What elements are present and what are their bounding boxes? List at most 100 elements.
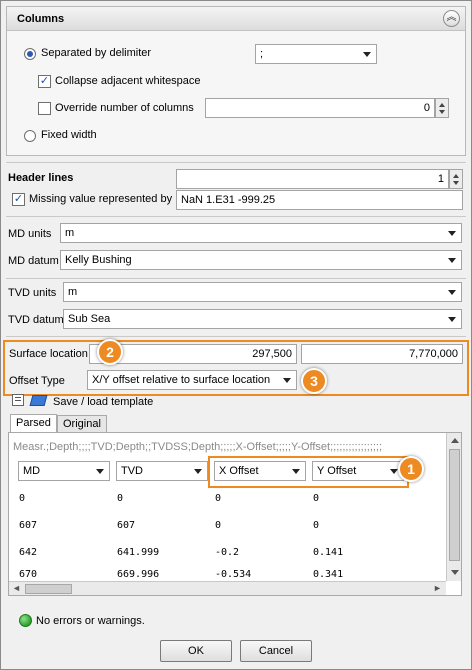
cell-r1-y: 0 [313,520,320,531]
divider [6,162,466,163]
missing-value-text: NaN 1.E31 -999.25 [181,194,276,206]
missing-value-checkbox[interactable]: ✓ [12,193,25,206]
cell-r2-x: -0.2 [215,547,240,558]
md-datum-label: MD datum [8,255,59,267]
header-lines-input[interactable]: 1 [176,169,449,189]
tvd-units-value: m [68,286,78,298]
scroll-up-icon[interactable] [451,438,459,443]
cell-r0-md: 0 [19,493,26,504]
cell-r1-tvd: 607 [117,520,136,531]
callout-badge-1: 1 [398,456,424,482]
surface-location-label: Surface location [9,348,88,360]
md-datum-select[interactable]: Kelly Bushing [60,250,462,270]
missing-value-label: Missing value represented by [29,193,173,205]
fixed-width-radio[interactable] [24,130,36,142]
md-units-select[interactable]: m [60,223,462,243]
chevron-down-icon [448,317,456,322]
horizontal-scrollbar[interactable]: ◄ ► [9,581,446,595]
columns-panel: Columns ︽ Separated by delimiter ; ✓ Col… [6,6,466,156]
template-label[interactable]: Save / load template [53,396,153,408]
cell-r0-y: 0 [313,493,320,504]
chevron-down-icon [96,469,104,474]
md-units-value: m [65,227,75,239]
spin-up-icon[interactable] [453,174,459,178]
cancel-button[interactable]: Cancel [240,640,312,662]
cell-r3-md: 670 [19,569,38,580]
raw-header-line: Measr.;Depth;;;;TVD;Depth;;TVDSS;Depth;;… [13,441,383,453]
column-mapping-highlight [208,456,409,488]
cell-r3-y: 0.341 [313,569,344,580]
tvd-units-label: TVD units [8,287,57,299]
md-datum-value: Kelly Bushing [65,254,132,266]
header-lines-value: 1 [437,173,444,185]
cell-r2-md: 642 [19,547,38,558]
callout-badge-3: 3 [301,368,327,394]
chevron-down-icon [363,52,371,57]
ok-button-label: OK [188,645,204,657]
chevron-down-icon [194,469,202,474]
offset-type-select[interactable]: X/Y offset relative to surface location [87,370,297,390]
delimiter-select[interactable]: ; [255,44,377,64]
tab-parsed[interactable]: Parsed [10,414,57,433]
separated-label: Separated by delimiter [41,47,152,59]
cell-r3-x: -0.534 [215,569,252,580]
cell-r1-x: 0 [215,520,222,531]
cell-r3-tvd: 669.996 [117,569,160,580]
collapse-whitespace-label: Collapse adjacent whitespace [55,75,201,87]
spin-down-icon[interactable] [453,181,459,185]
chevron-down-icon [448,258,456,263]
columns-panel-header[interactable]: Columns ︽ [7,7,465,31]
override-columns-label: Override number of columns [55,102,194,114]
cell-r0-x: 0 [215,493,222,504]
vertical-scrollbar[interactable] [446,433,461,581]
md-units-label: MD units [8,228,52,240]
scroll-left-icon[interactable]: ◄ [12,583,21,593]
fixed-width-label: Fixed width [41,129,97,141]
folder-icon[interactable] [29,395,48,406]
override-columns-value: 0 [423,102,430,114]
offset-type-label: Offset Type [9,375,65,387]
chevron-down-icon [283,378,291,383]
missing-value-input[interactable]: NaN 1.E31 -999.25 [176,190,463,210]
surface-x-value: 297,500 [252,348,292,360]
cell-r2-y: 0.141 [313,547,344,558]
ok-button[interactable]: OK [160,640,232,662]
spin-down-icon[interactable] [439,110,445,114]
scroll-right-icon[interactable]: ► [433,583,442,593]
tab-original[interactable]: Original [57,415,107,433]
vertical-scroll-thumb[interactable] [449,449,460,561]
divider [6,216,466,217]
document-icon[interactable] [12,394,24,406]
divider [6,278,466,279]
column-select-tvd[interactable]: TVD [116,461,208,481]
tvd-units-select[interactable]: m [63,282,462,302]
spin-up-icon[interactable] [439,103,445,107]
status-ok-icon [19,614,32,627]
parsed-grid[interactable]: Measr.;Depth;;;;TVD;Depth;;TVDSS;Depth;;… [8,432,462,596]
tvd-datum-select[interactable]: Sub Sea [63,309,462,329]
chevron-down-icon [448,231,456,236]
scroll-down-icon[interactable] [451,570,459,575]
horizontal-scroll-thumb[interactable] [25,584,72,594]
collapse-whitespace-checkbox[interactable]: ✓ [38,75,51,88]
cell-r0-tvd: 0 [117,493,124,504]
surface-y-input[interactable]: 7,770,000 [301,344,463,364]
separated-radio[interactable] [24,48,36,60]
divider [6,336,466,337]
override-columns-stepper[interactable] [435,98,449,118]
columns-panel-title: Columns [17,13,65,25]
override-columns-input[interactable]: 0 [205,98,435,118]
override-columns-checkbox[interactable] [38,102,51,115]
surface-y-value: 7,770,000 [409,348,458,360]
offset-type-value: X/Y offset relative to surface location [92,374,271,386]
delimiter-value: ; [260,48,264,60]
tvd-datum-value: Sub Sea [68,313,111,325]
collapse-up-icon[interactable]: ︽ [443,10,460,27]
header-lines-stepper[interactable] [449,169,463,189]
cell-r1-md: 607 [19,520,38,531]
column-select-md[interactable]: MD [18,461,110,481]
cancel-button-label: Cancel [258,645,294,657]
column-md-label: MD [23,465,41,477]
cell-r2-tvd: 641.999 [117,547,160,558]
callout-badge-2: 2 [97,339,123,365]
